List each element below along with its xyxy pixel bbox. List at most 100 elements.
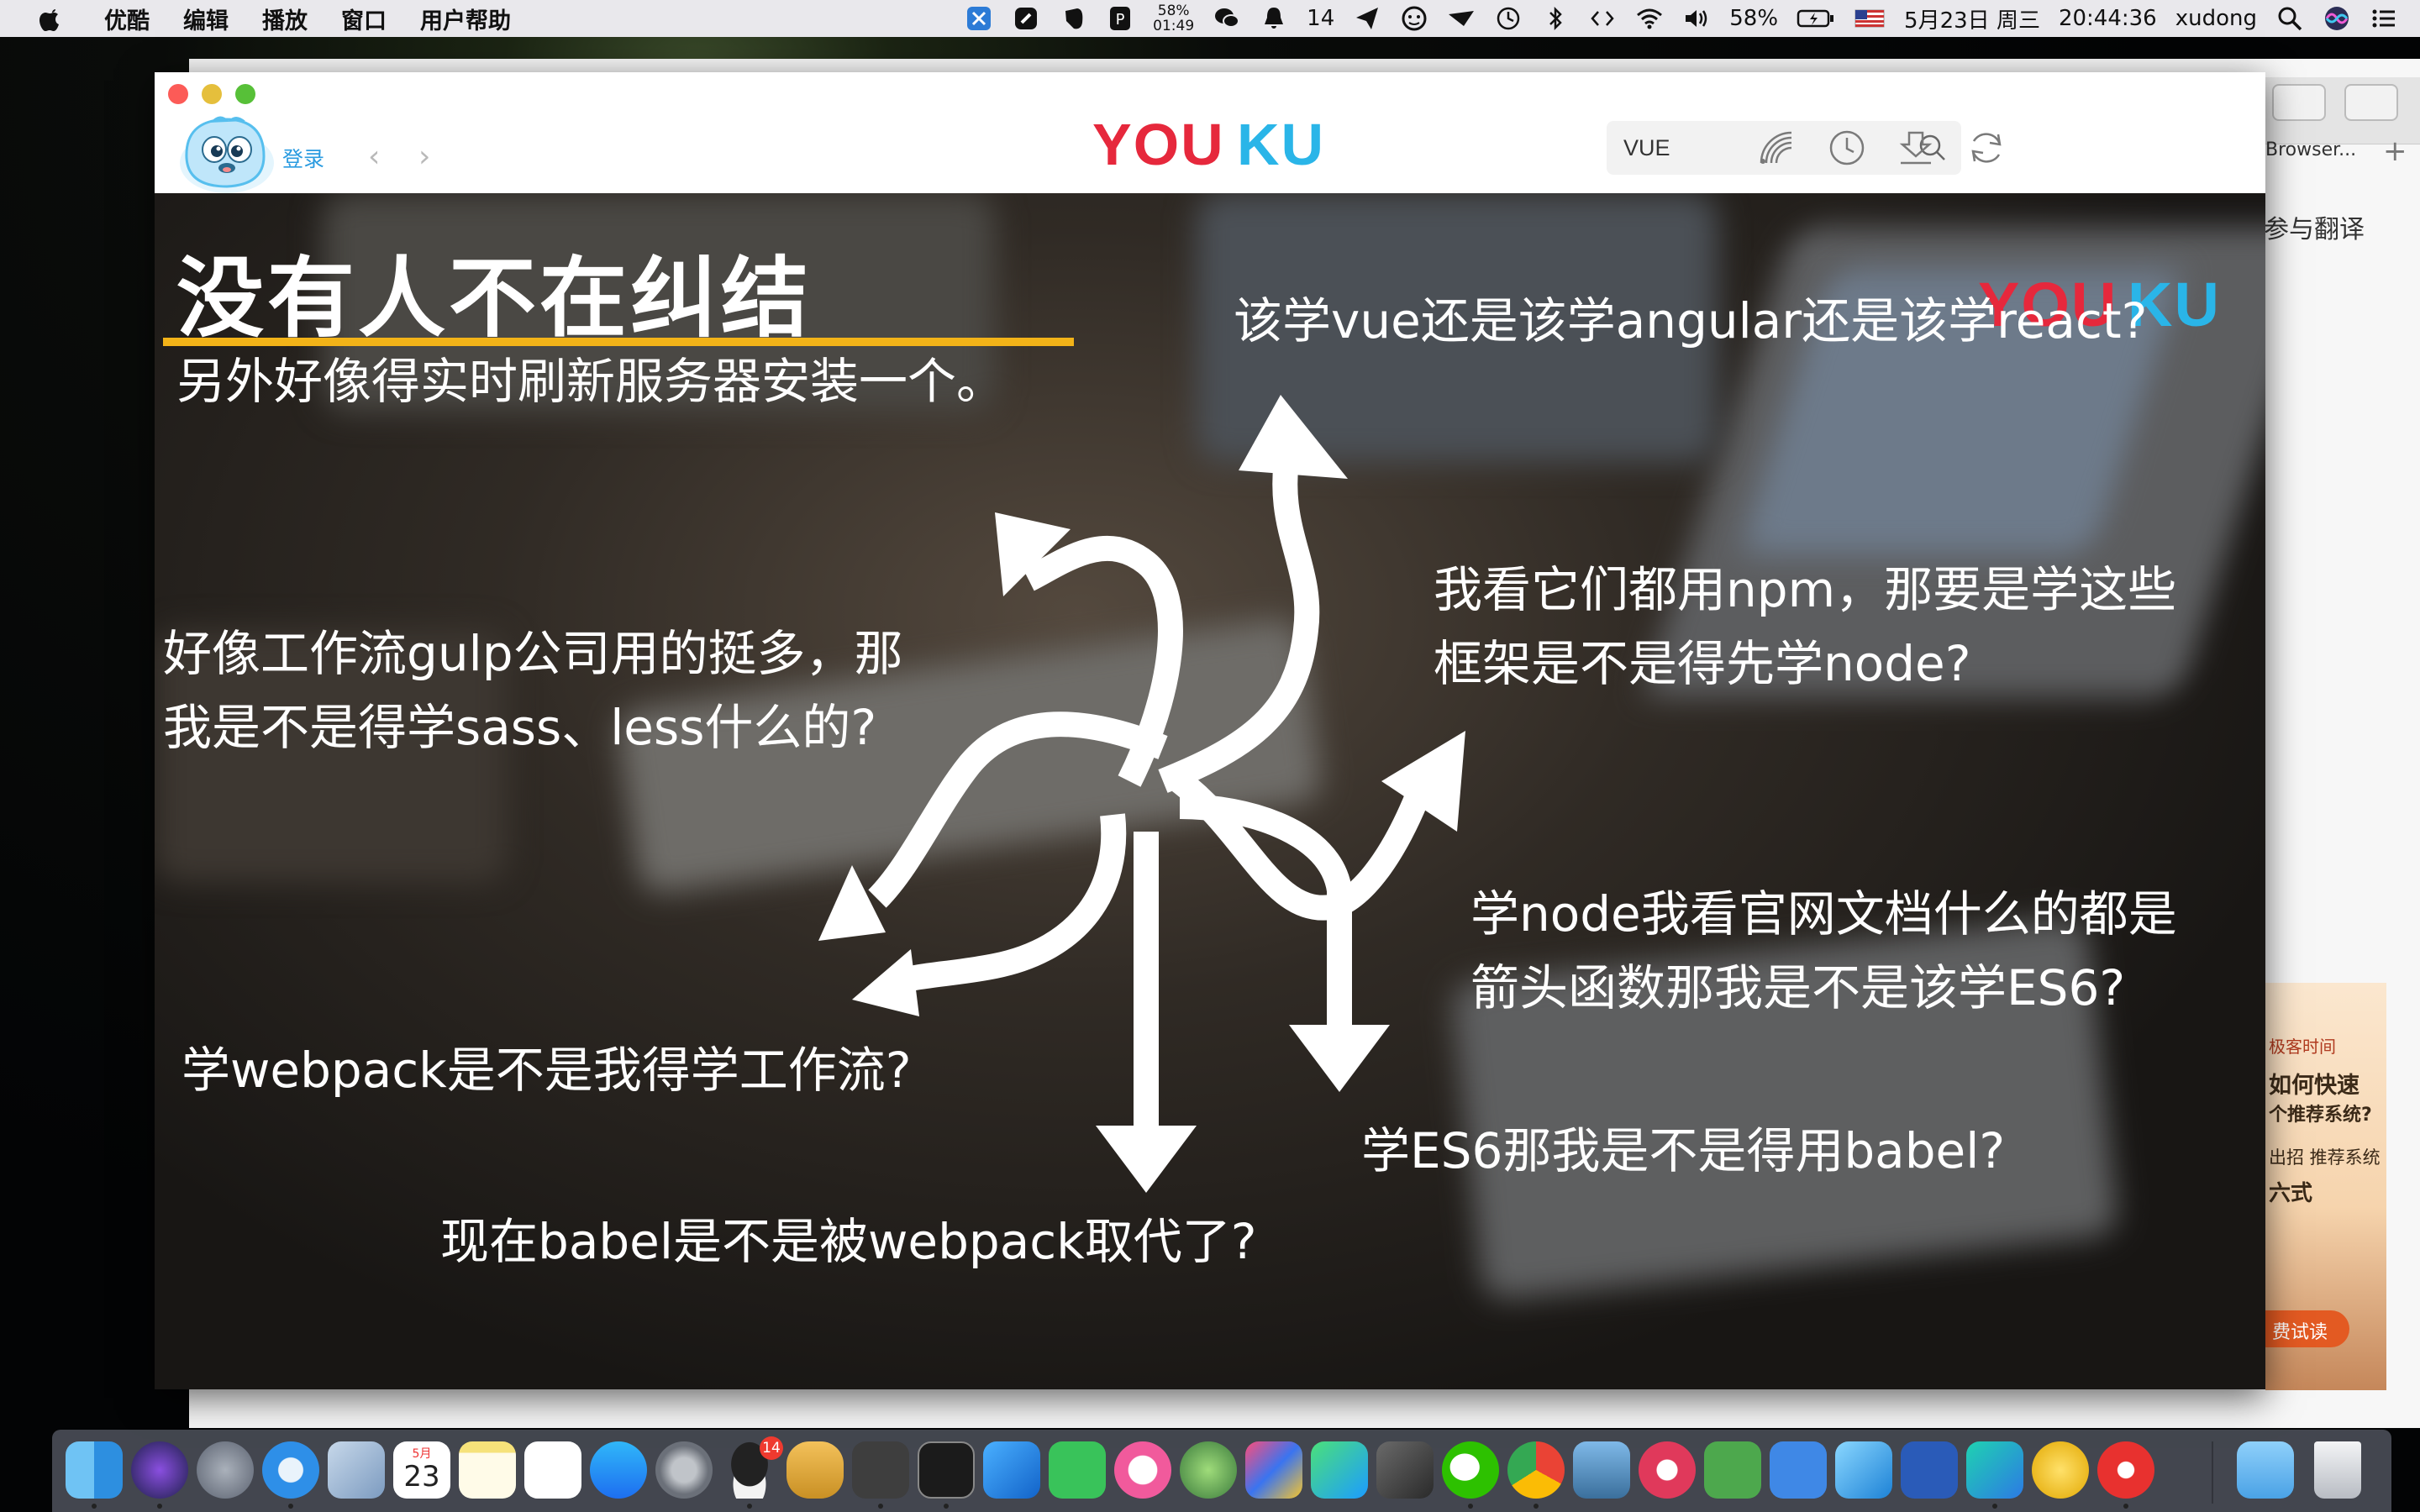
system-preferences-icon[interactable] — [655, 1441, 713, 1499]
ghost-status-icon[interactable] — [1400, 4, 1428, 33]
safari-icon[interactable] — [262, 1441, 319, 1499]
evernote-icon[interactable] — [1704, 1441, 1761, 1499]
zoom-button[interactable] — [235, 84, 255, 104]
history-icon[interactable] — [1827, 128, 1867, 168]
facetime-icon[interactable] — [1049, 1441, 1106, 1499]
sequel-icon[interactable] — [786, 1441, 844, 1499]
pocket-status-icon[interactable]: P — [1106, 4, 1134, 33]
calendar-icon[interactable]: 5月 23 — [393, 1441, 450, 1499]
date-display[interactable]: 5月23日 周三 — [1904, 3, 2040, 34]
arrowhead-down — [1096, 1126, 1197, 1193]
menu-edit[interactable]: 编辑 — [183, 3, 229, 35]
app-status-icon[interactable] — [1012, 4, 1040, 33]
share-button[interactable] — [2272, 84, 2326, 121]
background-page-link[interactable]: 参与翻译 — [2264, 208, 2365, 245]
android-studio-icon[interactable] — [1180, 1441, 1237, 1499]
notification-center-icon[interactable] — [2370, 4, 2398, 33]
question-node-es6-line2: 箭头函数那我是不是该学ES6? — [1470, 959, 2126, 1016]
menu-window[interactable]: 窗口 — [341, 3, 387, 35]
user-avatar-icon[interactable] — [176, 109, 277, 193]
itunes-icon[interactable] — [1114, 1441, 1171, 1499]
airmail-status-icon[interactable] — [1447, 4, 1476, 33]
rar-icon[interactable] — [1376, 1441, 1434, 1499]
infuse-icon[interactable] — [1311, 1441, 1368, 1499]
background-tab-title[interactable]: Browser... — [2265, 139, 2356, 160]
download-icon[interactable] — [1896, 128, 1936, 168]
new-tab-icon[interactable]: + — [2383, 134, 2407, 168]
xcode-status-icon[interactable] — [965, 4, 993, 33]
reminders-icon[interactable] — [524, 1441, 581, 1499]
ad-brand: 极客时间 — [2269, 1037, 2336, 1057]
svg-text:P: P — [1116, 11, 1125, 29]
time-machine-icon[interactable] — [1494, 4, 1523, 33]
dock-running-dot — [878, 1504, 883, 1509]
username[interactable]: xudong — [2175, 6, 2257, 31]
dock-running-dot — [288, 1504, 293, 1509]
login-link[interactable]: 登录 — [282, 143, 324, 173]
youku-logo[interactable]: YOU KU — [1092, 116, 1324, 175]
folder-icon[interactable] — [2237, 1441, 2294, 1499]
notification-bell-icon[interactable] — [1260, 4, 1288, 33]
volume-icon[interactable] — [1682, 4, 1711, 33]
pocket-icon[interactable] — [1639, 1441, 1696, 1499]
send-status-icon[interactable] — [1353, 4, 1381, 33]
youku-player-window: 登录 ‹ › YOU KU 没有人不在纠结 YOU KU — [155, 72, 2265, 1389]
finder-icon[interactable] — [66, 1441, 123, 1499]
ad-subline: 出招 推荐系统 — [2269, 1147, 2381, 1168]
forward-arrow-icon[interactable]: › — [418, 139, 430, 174]
menu-play[interactable]: 播放 — [262, 3, 308, 35]
battery-percent: 58% — [1729, 6, 1779, 31]
player-titlebar: 登录 ‹ › YOU KU — [155, 72, 2265, 193]
wechat-icon[interactable] — [1442, 1441, 1499, 1499]
refresh-icon[interactable] — [1966, 128, 2007, 168]
back-arrow-icon[interactable]: ‹ — [368, 139, 380, 174]
video-frame[interactable]: 没有人不在纠结 YOU KU 该学vue还是该学angular还是该学react… — [155, 193, 2265, 1389]
mail-icon[interactable] — [328, 1441, 385, 1499]
chrome-icon[interactable] — [1507, 1441, 1565, 1499]
time-display[interactable]: 20:44:36 — [2059, 6, 2157, 31]
preview-icon[interactable] — [1573, 1441, 1630, 1499]
music-icon[interactable] — [2032, 1441, 2089, 1499]
close-button[interactable] — [168, 84, 188, 104]
launchpad-icon[interactable] — [197, 1441, 254, 1499]
question-gulp-sass-line2: 我是不是得学sass、less什么的? — [163, 699, 877, 756]
status-area: P 58% 01:49 14 58% 5月23日 周三 20:44:36 xud… — [965, 0, 2398, 37]
evernote-status-icon[interactable] — [1059, 4, 1087, 33]
ad-tagline: 六式 — [2269, 1181, 2313, 1206]
notes-icon[interactable] — [459, 1441, 516, 1499]
intellij-icon[interactable] — [1245, 1441, 1302, 1499]
background-ad-banner[interactable]: 极客时间 如何快速 个推荐系统? 出招 推荐系统 六式 费试读 — [2265, 983, 2386, 1390]
menu-app-name[interactable]: 优酷 — [104, 3, 150, 35]
signal-icon[interactable] — [1756, 128, 1797, 168]
app-store-icon[interactable] — [590, 1441, 647, 1499]
siri-icon[interactable] — [131, 1441, 188, 1499]
siri-icon[interactable] — [2323, 4, 2351, 33]
code-status-icon[interactable] — [1588, 4, 1617, 33]
terminal-icon[interactable] — [918, 1441, 975, 1499]
question-es6-babel: 学ES6那我是不是得用babel? — [1361, 1122, 2006, 1179]
wifi-icon[interactable] — [1635, 4, 1664, 33]
qq-badge: 14 — [760, 1436, 783, 1460]
us-flag-icon[interactable] — [1854, 4, 1886, 33]
question-npm-node-line2: 框架是不是得先学node? — [1434, 635, 1971, 692]
question-webpack-workflow: 学webpack是不是我得学工作流? — [182, 1042, 912, 1099]
apple-menu-icon[interactable] — [34, 4, 67, 33]
spotlight-search-icon[interactable] — [2275, 4, 2304, 33]
battery-icon[interactable] — [1797, 4, 1835, 33]
ad-trial-button[interactable]: 费试读 — [2265, 1310, 2349, 1347]
sublime-icon[interactable] — [852, 1441, 909, 1499]
minimize-button[interactable] — [202, 84, 222, 104]
bluetooth-icon[interactable] — [1541, 4, 1570, 33]
word-icon[interactable] — [1901, 1441, 1958, 1499]
ad-headline-2: 个推荐系统? — [2269, 1105, 2372, 1126]
tabs-overview-button[interactable] — [2344, 84, 2398, 121]
webstorm-icon[interactable] — [1966, 1441, 2023, 1499]
wechat-status-icon[interactable] — [1213, 4, 1241, 33]
video-icon[interactable] — [2097, 1441, 2154, 1499]
question-babel-webpack: 现在babel是不是被webpack取代了? — [440, 1213, 1257, 1270]
pen-icon[interactable] — [1770, 1441, 1827, 1499]
menu-help[interactable]: 用户帮助 — [420, 3, 511, 35]
trash-icon[interactable] — [2314, 1441, 2361, 1499]
xcode-icon[interactable] — [983, 1441, 1040, 1499]
xmind-icon[interactable] — [1835, 1441, 1892, 1499]
